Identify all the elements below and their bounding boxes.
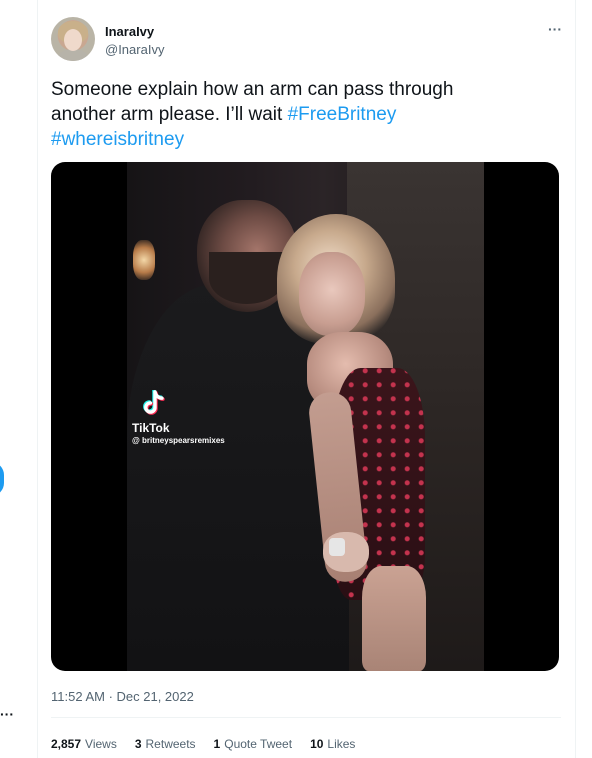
tiktok-watermark-user: @ britneyspearsremixes [132, 436, 225, 445]
divider [51, 717, 561, 718]
quote-tweets-stat[interactable]: 1 Quote Tweet [214, 737, 293, 751]
video-woman-legs [362, 566, 426, 671]
hashtag-link-freebritney[interactable]: #FreeBritney [288, 104, 397, 125]
tweet-timestamp[interactable]: 11:52 AM · Dec 21, 2022 [51, 689, 194, 704]
tiktok-logo-icon [143, 390, 165, 415]
video-lamp-light [133, 240, 155, 280]
display-name[interactable]: InaraIvy [105, 24, 154, 39]
user-handle[interactable]: @InaraIvy [105, 42, 164, 57]
likes-stat[interactable]: 10 Likes [310, 737, 355, 751]
retweets-count: 3 [134, 737, 142, 751]
video-frame [127, 162, 484, 671]
quote-tweets-count: 1 [213, 737, 221, 751]
quote-tweets-label: Quote Tweet [224, 737, 293, 751]
avatar-face [64, 29, 82, 51]
views-count: 2,857 [51, 737, 82, 751]
views-stat[interactable]: 2,857 Views [51, 737, 117, 751]
more-options-button[interactable]: ··· [544, 20, 566, 38]
likes-count: 10 [310, 737, 324, 751]
video-man-beard [209, 252, 285, 304]
more-icon[interactable]: ··· [0, 706, 14, 722]
tweet-video[interactable]: TikTok @ britneyspearsremixes [51, 162, 559, 671]
tiktok-watermark-brand: TikTok [132, 421, 170, 435]
hashtag-link-whereisbritney[interactable]: #whereisbritney [51, 129, 184, 150]
avatar[interactable] [51, 17, 95, 61]
page: ··· InaraIvy @InaraIvy ··· Someone expla… [0, 0, 592, 758]
more-horizontal-icon: ··· [548, 21, 562, 37]
tweet: InaraIvy @InaraIvy ··· Someone explain h… [37, 0, 576, 758]
tweet-text: Someone explain how an arm can pass thro… [51, 77, 521, 152]
compose-tweet-button-partial[interactable] [0, 462, 4, 496]
likes-label: Likes [327, 737, 356, 751]
video-watch [329, 538, 345, 556]
retweets-label: Retweets [145, 737, 196, 751]
retweets-stat[interactable]: 3 Retweets [135, 737, 196, 751]
video-woman-face [299, 252, 365, 336]
tweet-stats: 2,857 Views 3 Retweets 1 Quote Tweet 10 … [51, 737, 355, 751]
views-label: Views [85, 737, 117, 751]
